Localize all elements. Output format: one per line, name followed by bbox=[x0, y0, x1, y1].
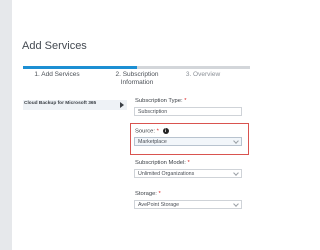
subscription-model-label: Subscription Model: * bbox=[135, 160, 190, 166]
subscription-model-label-text: Subscription Model: bbox=[135, 160, 186, 166]
subscription-model-select[interactable]: Unlimited Organizations bbox=[134, 169, 242, 178]
service-list-item-cloud-backup[interactable]: Cloud Backup for Microsoft 365 bbox=[23, 100, 127, 110]
step-add-services[interactable]: 1. Add Services bbox=[29, 71, 85, 79]
info-icon[interactable]: i bbox=[162, 128, 169, 134]
chevron-down-icon bbox=[233, 201, 239, 207]
storage-label: Storage: * bbox=[135, 191, 161, 197]
required-mark: * bbox=[156, 128, 159, 135]
step-progress-bar bbox=[23, 66, 250, 69]
storage-label-text: Storage: bbox=[135, 191, 157, 197]
storage-value: AvePoint Storage bbox=[138, 202, 180, 208]
subscription-type-label-text: Subscription Type: bbox=[135, 98, 183, 104]
required-mark: * bbox=[158, 191, 161, 197]
subscription-type-label: Subscription Type: * bbox=[135, 98, 186, 104]
service-label: Cloud Backup for Microsoft 365 bbox=[24, 101, 97, 106]
background-panel bbox=[0, 0, 12, 250]
source-value: Marketplace bbox=[138, 139, 167, 145]
chevron-down-icon bbox=[233, 170, 239, 176]
step-overview[interactable]: 3. Overview bbox=[180, 71, 226, 79]
dialog-title: Add Services bbox=[22, 40, 87, 52]
required-mark: * bbox=[184, 98, 187, 104]
source-select[interactable]: Marketplace bbox=[134, 137, 242, 146]
subscription-model-value: Unlimited Organizations bbox=[138, 171, 195, 177]
storage-select[interactable]: AvePoint Storage bbox=[134, 200, 242, 209]
add-services-dialog: Add Services 1. Add Services 2. Subscrip… bbox=[12, 0, 250, 250]
subscription-type-select[interactable]: Subscription bbox=[134, 107, 242, 116]
step-subscription-information[interactable]: 2. Subscription Information bbox=[108, 71, 166, 87]
chevron-down-icon bbox=[233, 138, 239, 144]
subscription-type-value: Subscription bbox=[138, 109, 168, 115]
step-progress-fill bbox=[23, 66, 137, 69]
caret-right-icon bbox=[120, 102, 124, 108]
required-mark: * bbox=[187, 160, 190, 166]
source-label: Source: * i bbox=[135, 128, 169, 135]
source-label-text: Source: bbox=[135, 128, 155, 135]
